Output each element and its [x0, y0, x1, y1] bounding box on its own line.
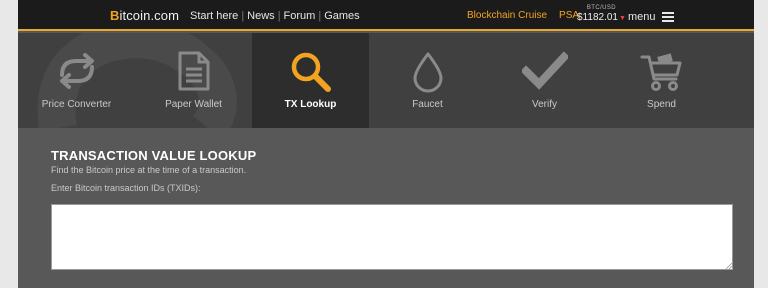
price-value-row: $1182.01▼ [577, 12, 626, 23]
magnifier-icon [291, 52, 331, 92]
page-subtitle: Find the Bitcoin price at the time of a … [51, 165, 247, 175]
nav-separator: | [241, 10, 245, 22]
hamburger-icon [661, 10, 674, 24]
tool-label: Paper Wallet [165, 99, 222, 110]
logo-initial: B [110, 8, 120, 23]
txid-input[interactable] [51, 204, 733, 270]
tool-tx-lookup[interactable]: TX Lookup [252, 33, 369, 128]
price-value: $1182.01 [577, 12, 618, 23]
tool-label: Price Converter [41, 99, 112, 110]
price-ticker[interactable]: BTC/USD $1182.01▼ [577, 5, 626, 23]
document-icon [178, 51, 209, 91]
nav-separator: | [318, 10, 322, 22]
price-down-caret-icon: ▼ [618, 15, 626, 22]
promo-links: Blockchain Cruise PSA [467, 10, 579, 21]
logo-text: itcoin.com [119, 8, 180, 23]
tool-label: TX Lookup [284, 99, 337, 110]
nav-forum[interactable]: Forum [284, 10, 316, 22]
price-pair-label: BTC/USD [586, 5, 617, 11]
tool-faucet[interactable]: Faucet [369, 33, 486, 128]
tools-bar: Price Converter Paper Wallet TX Lookup F… [18, 33, 754, 128]
tool-paper-wallet[interactable]: Paper Wallet [135, 33, 252, 128]
nav-games[interactable]: Games [324, 10, 359, 22]
txid-field-label: Enter Bitcoin transaction IDs (TXIDs): [51, 183, 201, 193]
tx-lookup-section: TRANSACTION VALUE LOOKUP Find the Bitcoi… [51, 148, 256, 193]
page-title: TRANSACTION VALUE LOOKUP [51, 148, 257, 163]
drop-icon [413, 52, 442, 93]
resize-grip-icon[interactable] [725, 262, 732, 269]
menu-button[interactable]: menu [628, 10, 674, 24]
top-navbar: Bitcoin.com Start here | News | Forum | … [18, 0, 754, 31]
shopping-cart-icon [640, 53, 681, 91]
blockchain-cruise-link[interactable]: Blockchain Cruise [467, 10, 547, 21]
checkmark-icon [521, 51, 568, 90]
menu-label: menu [628, 11, 656, 23]
page-frame: Bitcoin.com Start here | News | Forum | … [18, 0, 754, 288]
nav-separator: | [277, 10, 281, 22]
sync-arrows-icon [59, 53, 94, 89]
tool-label: Faucet [412, 99, 443, 110]
tool-spend[interactable]: Spend [603, 33, 720, 128]
tool-price-converter[interactable]: Price Converter [18, 33, 135, 128]
tool-label: Verify [531, 99, 557, 110]
primary-nav: Start here | News | Forum | Games [190, 10, 360, 22]
nav-news[interactable]: News [247, 10, 275, 22]
tool-label: Spend [647, 99, 676, 110]
site-logo[interactable]: Bitcoin.com [110, 8, 179, 23]
tool-verify[interactable]: Verify [486, 33, 603, 128]
nav-start-here[interactable]: Start here [190, 10, 238, 22]
